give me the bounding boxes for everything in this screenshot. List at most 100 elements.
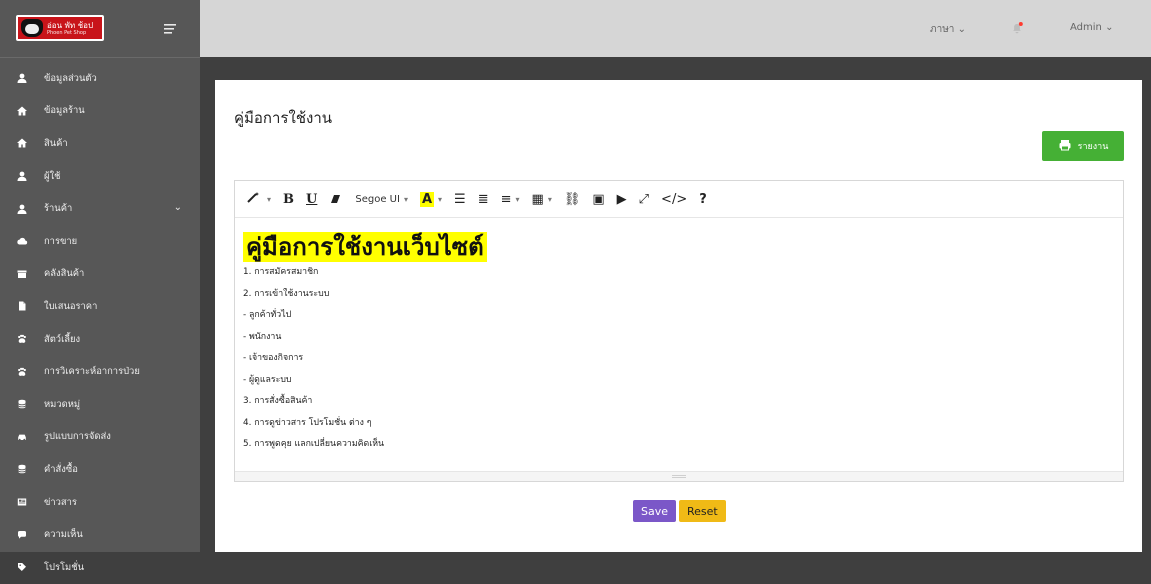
sidebar-item-news[interactable]: ข่าวสาร — [0, 486, 200, 519]
paragraph-align-dropdown[interactable]: ≡ ▾ — [501, 192, 520, 207]
chevron-down-icon: ▾ — [403, 194, 408, 204]
sidebar-item-shipping[interactable]: รูปแบบการจัดส่ง — [0, 421, 200, 454]
sidebar-item-label: สินค้า — [44, 137, 68, 149]
code-view-button[interactable]: </> — [661, 192, 687, 207]
sidebar-item-warehouse[interactable]: คลังสินค้า — [0, 258, 200, 291]
sidebar-item-label: ใบเสนอราคา — [44, 300, 98, 312]
bullet-list-icon: ☰ — [454, 191, 466, 207]
dog-logo-icon — [21, 19, 43, 37]
home-icon — [15, 137, 29, 149]
logo-text: อ่อน พัท ช้อป Phoen Pet Shop — [47, 21, 93, 36]
notification-bell-icon[interactable] — [1010, 20, 1024, 34]
sidebar-item-label: การวิเคราะห์อาการป่วย — [44, 366, 140, 378]
printer-icon — [1058, 139, 1072, 154]
sidebar-item-label: ข่าวสาร — [44, 496, 77, 508]
menu-toggle-icon[interactable] — [163, 22, 179, 36]
sidebar-item-diagnosis[interactable]: การวิเคราะห์อาการป่วย — [0, 355, 200, 388]
editor-heading: คู่มือการใช้งานเว็บไซต์ — [243, 232, 487, 262]
reset-button[interactable]: Reset — [679, 500, 726, 522]
chevron-down-icon: ▾ — [438, 194, 443, 204]
chevron-down-icon: ▾ — [267, 194, 272, 204]
underline-button[interactable]: U — [306, 192, 317, 207]
editor-resize-bar[interactable] — [235, 471, 1123, 481]
save-button[interactable]: Save — [633, 500, 677, 522]
table-icon: ▦ — [531, 191, 544, 207]
sidebar-item-products[interactable]: สินค้า — [0, 127, 200, 160]
sidebar-item-promotions[interactable]: โปรโมชั่น — [0, 551, 200, 584]
cloud-icon — [15, 235, 29, 247]
unordered-list-button[interactable]: ☰ — [454, 192, 466, 207]
style-dropdown[interactable]: ▾ — [245, 190, 271, 208]
editor-line: 4. การดูข่าวสาร โปรโมชั่น ต่าง ๆ — [243, 417, 372, 428]
tag-icon — [15, 561, 29, 573]
video-button[interactable]: ▶ — [617, 192, 627, 207]
editor-line: - พนักงาน — [243, 331, 282, 342]
report-button[interactable]: รายงาน — [1042, 131, 1124, 161]
document-icon — [15, 300, 29, 312]
editor-toolbar: ▾ B U Segoe UI ▾ A ▾ ☰ ≣ ≡ ▾ ▦ ▾ ⛓ ▣ ▶ ⤢… — [235, 181, 1123, 218]
car-icon — [15, 431, 29, 443]
newspaper-icon — [15, 496, 29, 508]
help-button[interactable]: ? — [699, 192, 707, 207]
content-divider — [200, 57, 1151, 67]
highlight-color-button[interactable]: A ▾ — [419, 191, 443, 207]
box-icon — [15, 268, 29, 280]
paw-icon — [15, 333, 29, 345]
eraser-icon[interactable] — [329, 193, 343, 205]
username-label: Admin — [1070, 22, 1102, 33]
sidebar-item-pets[interactable]: สัตว์เลี้ยง — [0, 323, 200, 356]
bold-button[interactable]: B — [283, 192, 294, 207]
chevron-down-icon: ▾ — [515, 194, 520, 204]
sidebar-item-shop[interactable]: ร้านค้า ⌄ — [0, 192, 200, 225]
table-dropdown[interactable]: ▦ ▾ — [532, 192, 552, 207]
sidebar-item-sales[interactable]: การขาย — [0, 225, 200, 258]
sidebar-item-store-info[interactable]: ข้อมูลร้าน — [0, 95, 200, 128]
editor-line: 1. การสมัครสมาชิก — [243, 267, 319, 277]
video-icon: ▶ — [616, 191, 627, 207]
paw-icon — [15, 366, 29, 378]
sidebar-item-profile[interactable]: ข้อมูลส่วนตัว — [0, 62, 200, 95]
chevron-down-icon: ▾ — [547, 194, 552, 204]
sidebar-item-users[interactable]: ผู้ใช้ — [0, 160, 200, 193]
sidebar-item-label: การขาย — [44, 235, 78, 247]
sidebar-item-label: หมวดหมู่ — [44, 398, 81, 410]
link-icon: ⛓ — [563, 191, 581, 207]
font-family-value: Segoe UI — [355, 193, 400, 205]
sidebar: อ่อน พัท ช้อป Phoen Pet Shop ข้อมูลส่วนต… — [0, 0, 200, 573]
ordered-list-button[interactable]: ≣ — [478, 192, 489, 207]
image-button[interactable]: ▣ — [592, 192, 604, 207]
home-icon — [15, 105, 29, 117]
editor-line: 3. การสั่งซื้อสินค้า — [243, 396, 313, 406]
sidebar-item-label: ผู้ใช้ — [44, 170, 61, 182]
fullscreen-button[interactable]: ⤢ — [639, 192, 649, 207]
editor-line: 5. การพูดคุย แลกเปลี่ยนความคิดเห็น — [243, 439, 385, 449]
rich-text-editor[interactable]: ▾ B U Segoe UI ▾ A ▾ ☰ ≣ ≡ ▾ ▦ ▾ ⛓ ▣ ▶ ⤢… — [234, 180, 1124, 482]
sidebar-item-label: คลังสินค้า — [44, 268, 85, 280]
sidebar-item-orders[interactable]: คำสั่งซื้อ — [0, 453, 200, 486]
editor-line: 2. การเข้าใช้งานระบบ — [243, 288, 330, 299]
chevron-down-icon: ⌄ — [1105, 22, 1114, 33]
brand-title: อ่อน พัท ช้อป — [47, 20, 94, 30]
sidebar-item-comments[interactable]: ความเห็น — [0, 518, 200, 551]
editor-line: - ผู้ดูแลระบบ — [243, 374, 292, 385]
page-title: คู่มือการใช้งาน — [234, 109, 332, 127]
chevron-down-icon: ⌄ — [957, 24, 966, 35]
editor-content[interactable]: คู่มือการใช้งานเว็บไซต์ 1. การสมัครสมาชิ… — [235, 218, 1123, 456]
language-dropdown[interactable]: ภาษา ⌄ — [930, 22, 966, 37]
sidebar-item-label: สัตว์เลี้ยง — [44, 333, 81, 345]
magic-wand-icon — [245, 190, 263, 208]
sidebar-item-quotation[interactable]: ใบเสนอราคา — [0, 290, 200, 323]
link-button[interactable]: ⛓ — [564, 192, 581, 207]
sidebar-item-label: ร้านค้า — [44, 203, 73, 215]
code-icon: </> — [661, 191, 688, 207]
language-label: ภาษา — [930, 24, 955, 35]
sidebar-item-label: ข้อมูลร้าน — [44, 105, 85, 117]
font-family-dropdown[interactable]: Segoe UI ▾ — [355, 194, 408, 205]
logo[interactable]: อ่อน พัท ช้อป Phoen Pet Shop — [16, 15, 104, 41]
sidebar-item-categories[interactable]: หมวดหมู่ — [0, 388, 200, 421]
image-icon: ▣ — [592, 191, 605, 207]
sidebar-item-label: รูปแบบการจัดส่ง — [44, 431, 111, 443]
user-menu[interactable]: Admin ⌄ — [1070, 22, 1113, 33]
sidebar-nav: ข้อมูลส่วนตัว ข้อมูลร้าน สินค้า ผู้ใช้ ร — [0, 62, 200, 584]
editor-line: - ลูกค้าทั่วไป — [243, 310, 292, 320]
